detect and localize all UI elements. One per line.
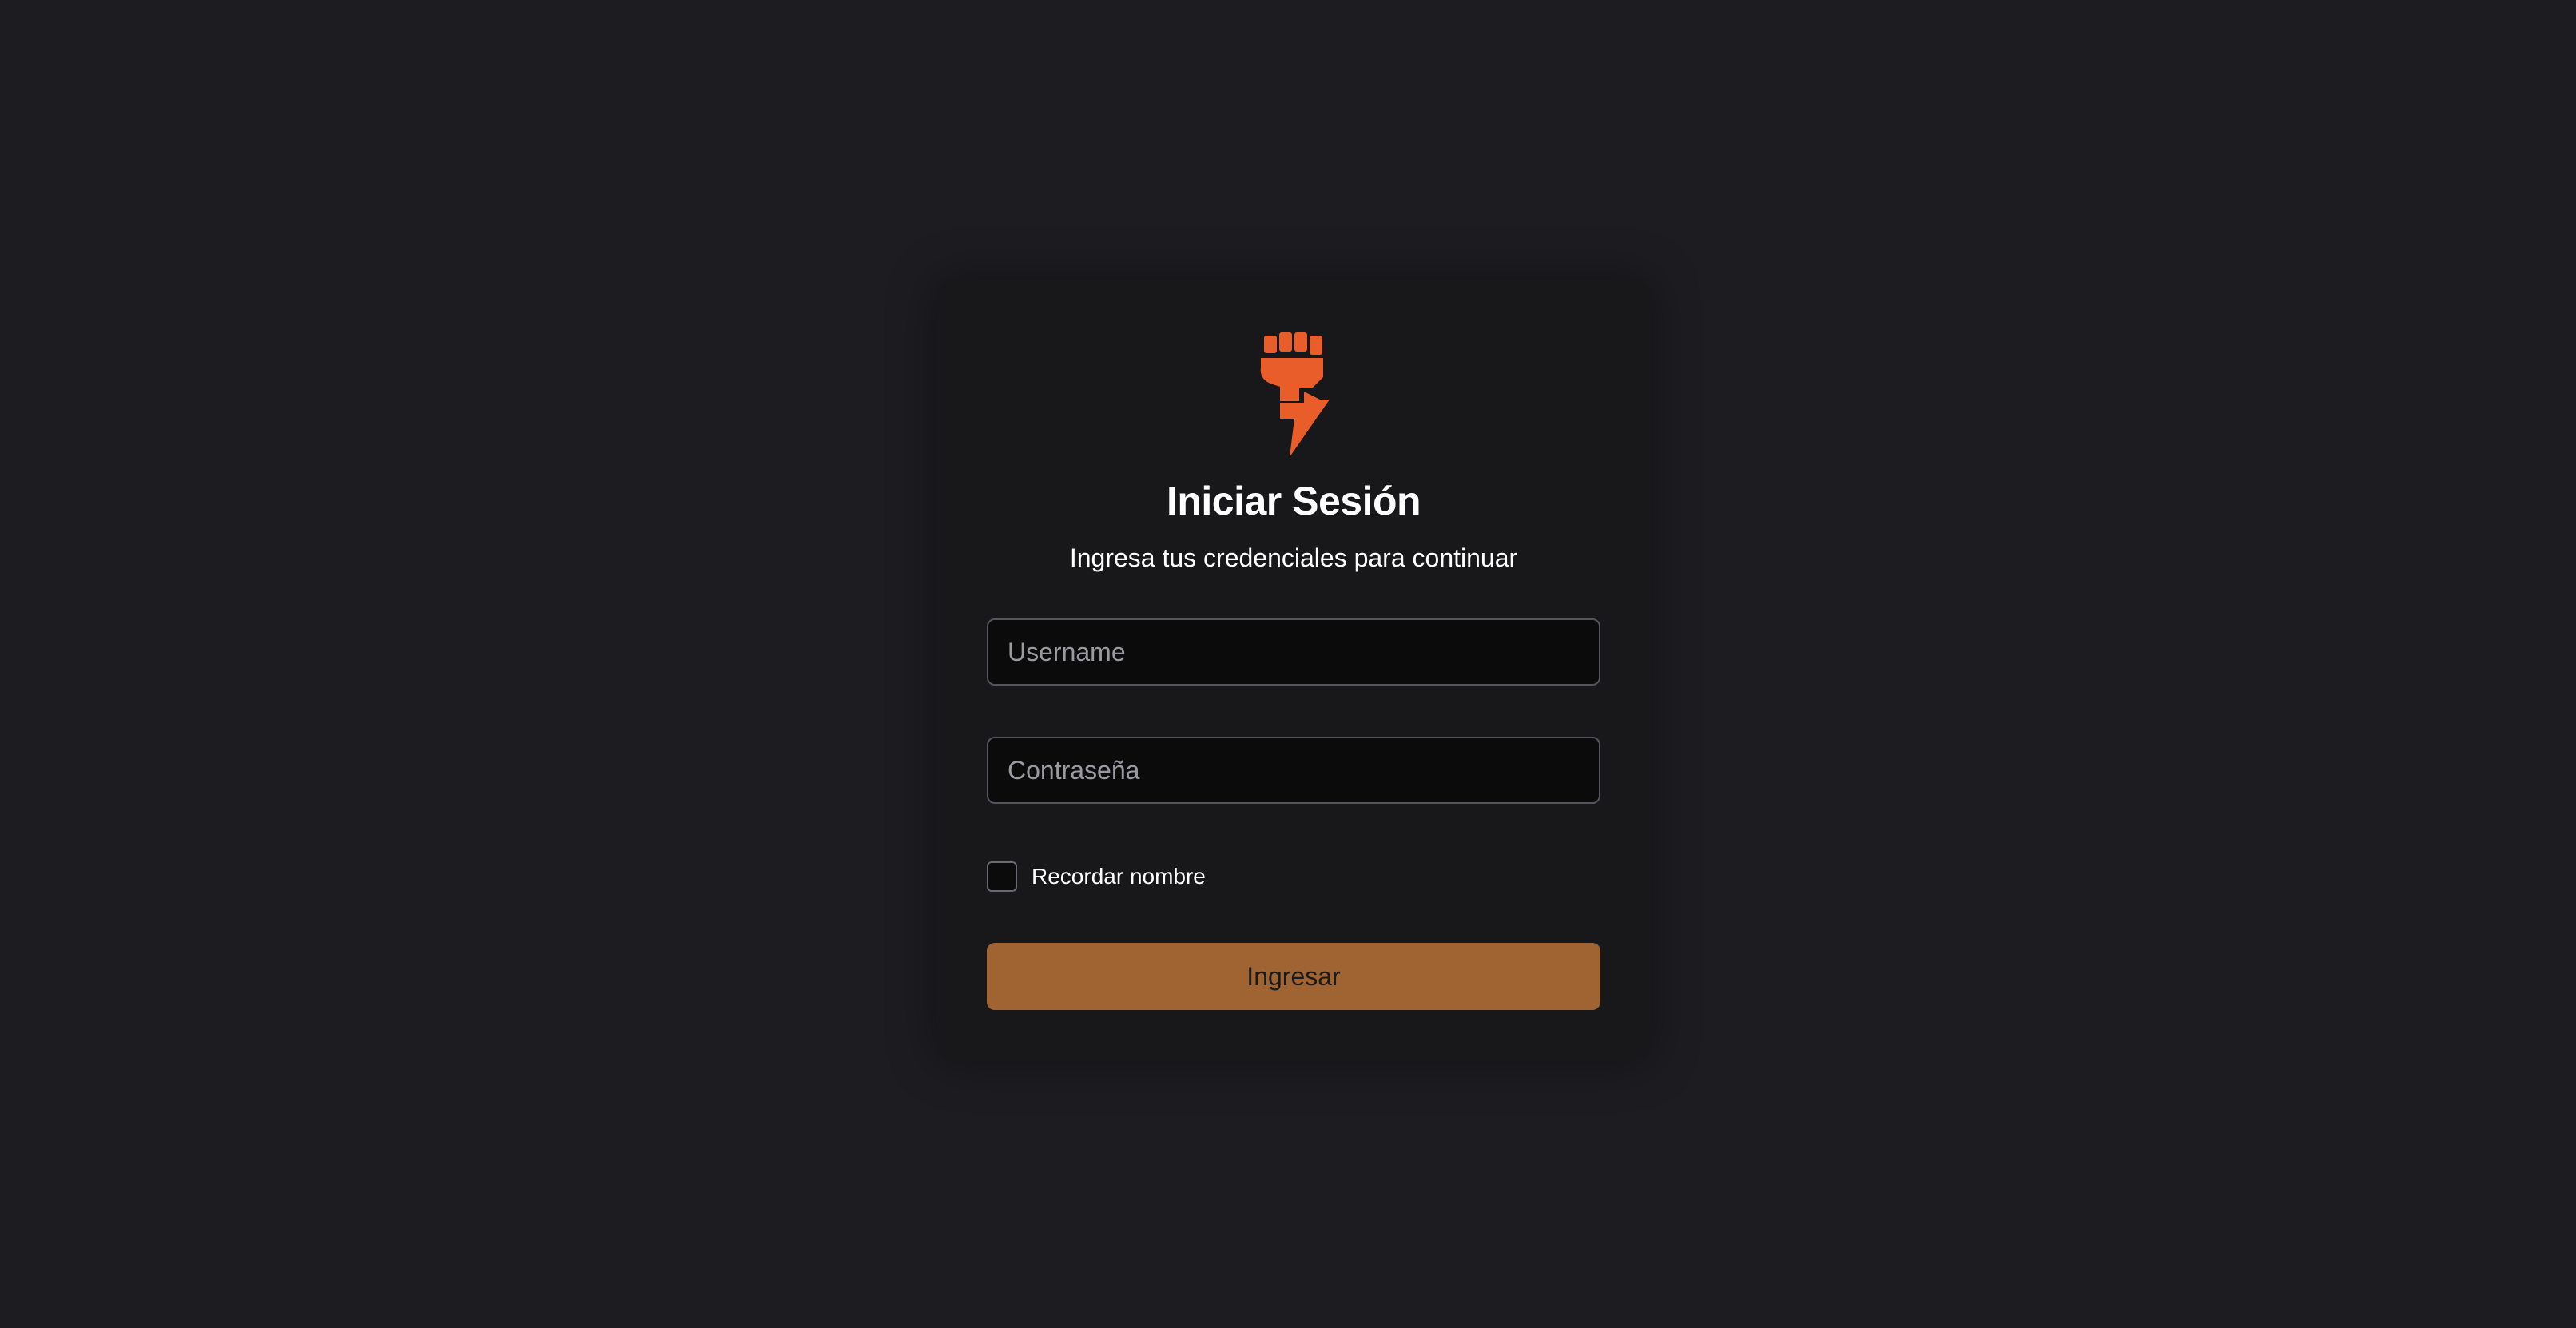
- page-title: Iniciar Sesión: [1166, 479, 1421, 523]
- remember-checkbox[interactable]: [987, 861, 1017, 892]
- login-button[interactable]: Ingresar: [987, 943, 1600, 1010]
- password-input[interactable]: [987, 737, 1600, 804]
- remember-label: Recordar nombre: [1032, 864, 1206, 889]
- login-card: Iniciar Sesión Ingresa tus credenciales …: [936, 280, 1651, 1061]
- remember-name-option[interactable]: Recordar nombre: [987, 860, 1206, 893]
- fist-lightning-icon: [1256, 331, 1336, 459]
- username-input[interactable]: [987, 618, 1600, 686]
- login-page: Iniciar Sesión Ingresa tus credenciales …: [0, 0, 2576, 1328]
- page-subtitle: Ingresa tus credenciales para continuar: [1069, 543, 1518, 572]
